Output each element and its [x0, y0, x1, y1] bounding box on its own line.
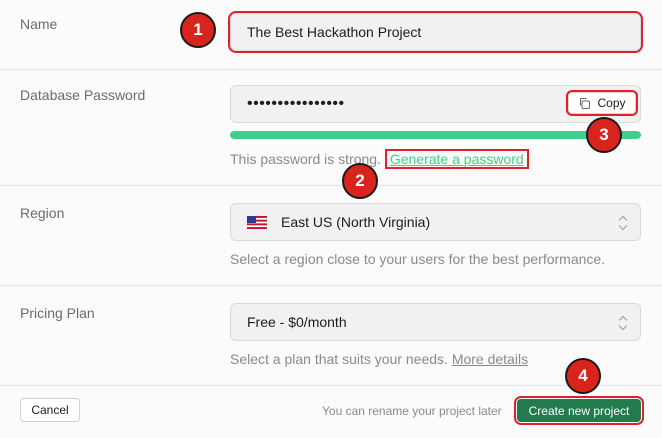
create-project-button[interactable]: Create new project [514, 396, 644, 425]
generate-password-link[interactable]: Generate a password [384, 149, 529, 169]
chevron-updown-icon [619, 215, 627, 231]
pricing-help: Select a plan that suits your needs. Mor… [230, 351, 529, 367]
copy-icon [580, 97, 591, 109]
project-name-value: The Best Hackathon Project [247, 24, 422, 40]
chevron-updown-icon [619, 315, 627, 331]
password-help: This password is strong. Generate a pass… [230, 149, 529, 169]
annotation-badge-3: 3 [586, 117, 622, 153]
cancel-button[interactable]: Cancel [20, 398, 80, 422]
password-strength-track [230, 131, 641, 139]
password-row: Database Password •••••••••••••••• Copy … [0, 70, 662, 199]
region-label: Region [20, 205, 65, 221]
more-details-link[interactable]: More details [452, 351, 528, 367]
name-row: Name The Best Hackathon Project 1 [0, 0, 662, 70]
name-label: Name [20, 16, 58, 32]
password-label: Database Password [20, 87, 146, 103]
us-flag-icon [247, 215, 267, 229]
copy-label: Copy [597, 96, 626, 110]
region-help: Select a region close to your users for … [230, 251, 606, 267]
rename-note: You can rename your project later [322, 404, 502, 418]
region-row: Region East US (North Virginia) Select a… [0, 186, 662, 286]
annotation-badge-1: 1 [180, 12, 216, 48]
password-value: •••••••••••••••• [247, 95, 345, 112]
project-name-input[interactable]: The Best Hackathon Project [228, 11, 643, 53]
pricing-row: Pricing Plan Free - $0/month Select a pl… [0, 286, 662, 386]
password-strength-bar [230, 131, 641, 139]
pricing-label: Pricing Plan [20, 305, 95, 321]
region-select[interactable]: East US (North Virginia) [230, 203, 641, 241]
pricing-select[interactable]: Free - $0/month [230, 303, 641, 341]
region-value: East US (North Virginia) [281, 214, 431, 230]
copy-button[interactable]: Copy [566, 90, 638, 116]
footer: Cancel You can rename your project later… [0, 358, 662, 438]
annotation-badge-4: 4 [565, 358, 601, 394]
pricing-value: Free - $0/month [247, 314, 347, 330]
